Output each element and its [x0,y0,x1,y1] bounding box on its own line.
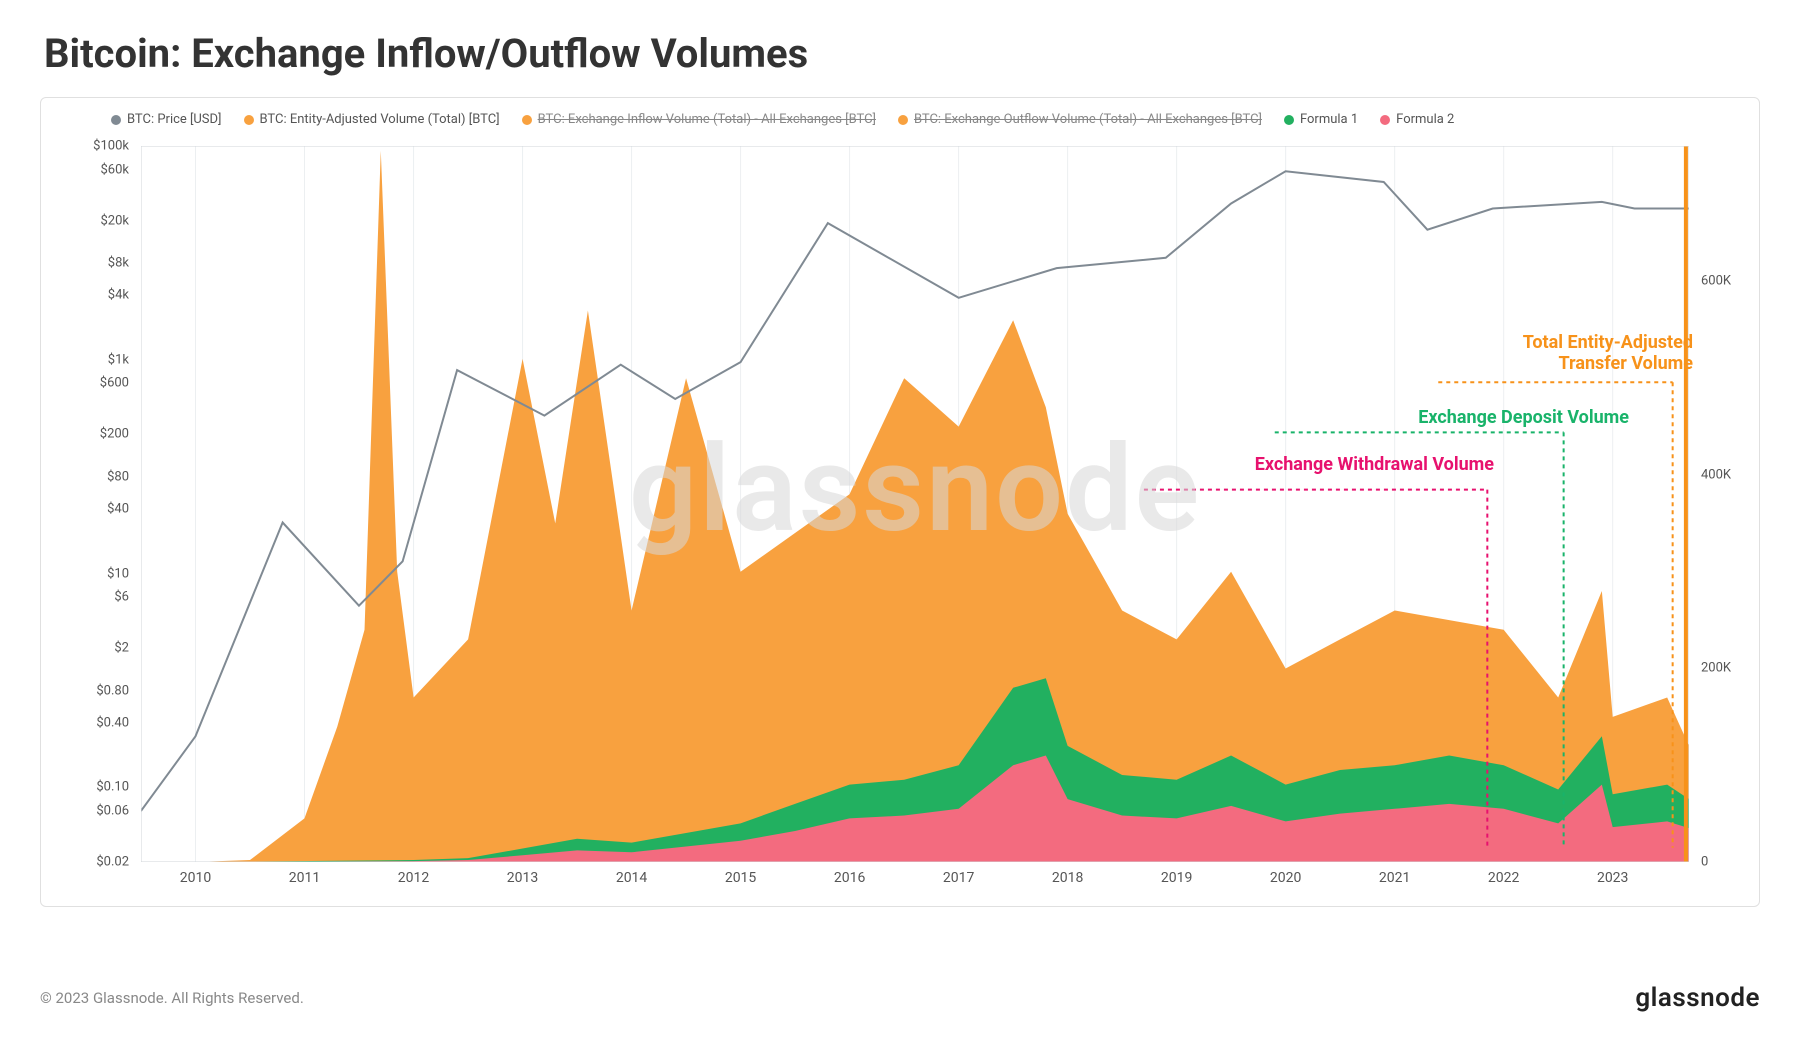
x-tick: 2016 [834,870,865,886]
chart-frame: BTC: Price [USD] BTC: Entity-Adjusted Vo… [40,97,1760,907]
x-tick: 2015 [725,870,756,886]
y-left-ticks: $0.02$0.06$0.10$0.40$0.80$2$6$10$40$80$2… [41,146,137,862]
y-left-tick: $40 [107,502,129,517]
x-tick: 2011 [289,870,320,886]
legend: BTC: Price [USD] BTC: Entity-Adjusted Vo… [41,98,1759,127]
x-tick: 2021 [1379,870,1410,886]
chart-page: { "title": "Bitcoin: Exchange Inflow/Out… [0,0,1800,1037]
y-left-tick: $20k [100,213,129,228]
legend-item-f1[interactable]: Formula 1 [1284,112,1358,127]
annotation-transfer: Total Entity-AdjustedTransfer Volume [1523,332,1693,374]
y-left-tick: $4k [108,288,129,303]
plot-area: glassnode Total Entity-AdjustedTransfer … [141,146,1689,862]
y-left-tick: $1k [108,352,129,367]
y-left-tick: $60k [100,162,129,177]
y-left-tick: $8k [108,256,129,271]
y-left-tick: $0.40 [96,715,129,730]
y-left-tick: $600 [100,376,129,391]
x-tick: 2013 [507,870,538,886]
y-left-tick: $200 [100,427,129,442]
x-tick: 2020 [1270,870,1301,886]
legend-label: Formula 2 [1396,112,1454,127]
legend-label: BTC: Entity-Adjusted Volume (Total) [BTC… [260,112,500,127]
y-left-tick: $2 [114,641,129,656]
chart-svg [141,146,1689,862]
y-left-tick: $0.02 [96,855,129,870]
x-tick: 2019 [1161,870,1192,886]
x-tick: 2010 [180,870,211,886]
x-tick: 2012 [398,870,429,886]
y-left-tick: $0.80 [96,683,129,698]
annotation-deposit: Exchange Deposit Volume [1418,407,1629,428]
y-left-tick: $6 [114,590,129,605]
legend-label: BTC: Price [USD] [127,112,222,127]
y-left-tick: $0.10 [96,780,129,795]
x-tick: 2014 [616,870,647,886]
y-left-tick: $0.06 [96,804,129,819]
y-right-tick: 200K [1701,661,1731,676]
legend-swatch [1380,115,1390,125]
legend-swatch [111,115,121,125]
legend-item-f2[interactable]: Formula 2 [1380,112,1454,127]
x-tick: 2023 [1597,870,1628,886]
legend-item-outflow[interactable]: BTC: Exchange Outflow Volume (Total) - A… [898,112,1262,127]
x-tick: 2022 [1488,870,1519,886]
copyright: © 2023 Glassnode. All Rights Reserved. [40,989,304,1007]
legend-swatch [244,115,254,125]
x-tick: 2017 [943,870,974,886]
y-right-tick: 0 [1701,855,1708,870]
y-left-tick: $80 [107,470,129,485]
legend-swatch [898,115,908,125]
legend-label: Formula 1 [1300,112,1358,127]
x-tick: 2018 [1052,870,1083,886]
legend-swatch [522,115,532,125]
annotation-withdraw: Exchange Withdrawal Volume [1255,454,1494,475]
chart-title: Bitcoin: Exchange Inflow/Outflow Volumes [44,30,1760,77]
brand-logo: glassnode [1635,983,1760,1013]
y-right-tick: 400K [1701,467,1731,482]
footer: © 2023 Glassnode. All Rights Reserved. g… [40,983,1760,1013]
legend-item-price[interactable]: BTC: Price [USD] [111,112,222,127]
y-right-ticks: 0200K400K600K [1693,146,1759,862]
legend-item-inflow[interactable]: BTC: Exchange Inflow Volume (Total) - Al… [522,112,876,127]
x-ticks: 2010 2011 2012 2013 2014 2015 2016 2017 2018 2019… [141,870,1689,892]
legend-item-total[interactable]: BTC: Entity-Adjusted Volume (Total) [BTC… [244,112,500,127]
legend-label: BTC: Exchange Outflow Volume (Total) - A… [914,112,1262,127]
y-right-tick: 600K [1701,274,1731,289]
y-left-tick: $10 [107,566,129,581]
legend-label: BTC: Exchange Inflow Volume (Total) - Al… [538,112,876,127]
y-left-tick: $100k [93,139,129,154]
legend-swatch [1284,115,1294,125]
